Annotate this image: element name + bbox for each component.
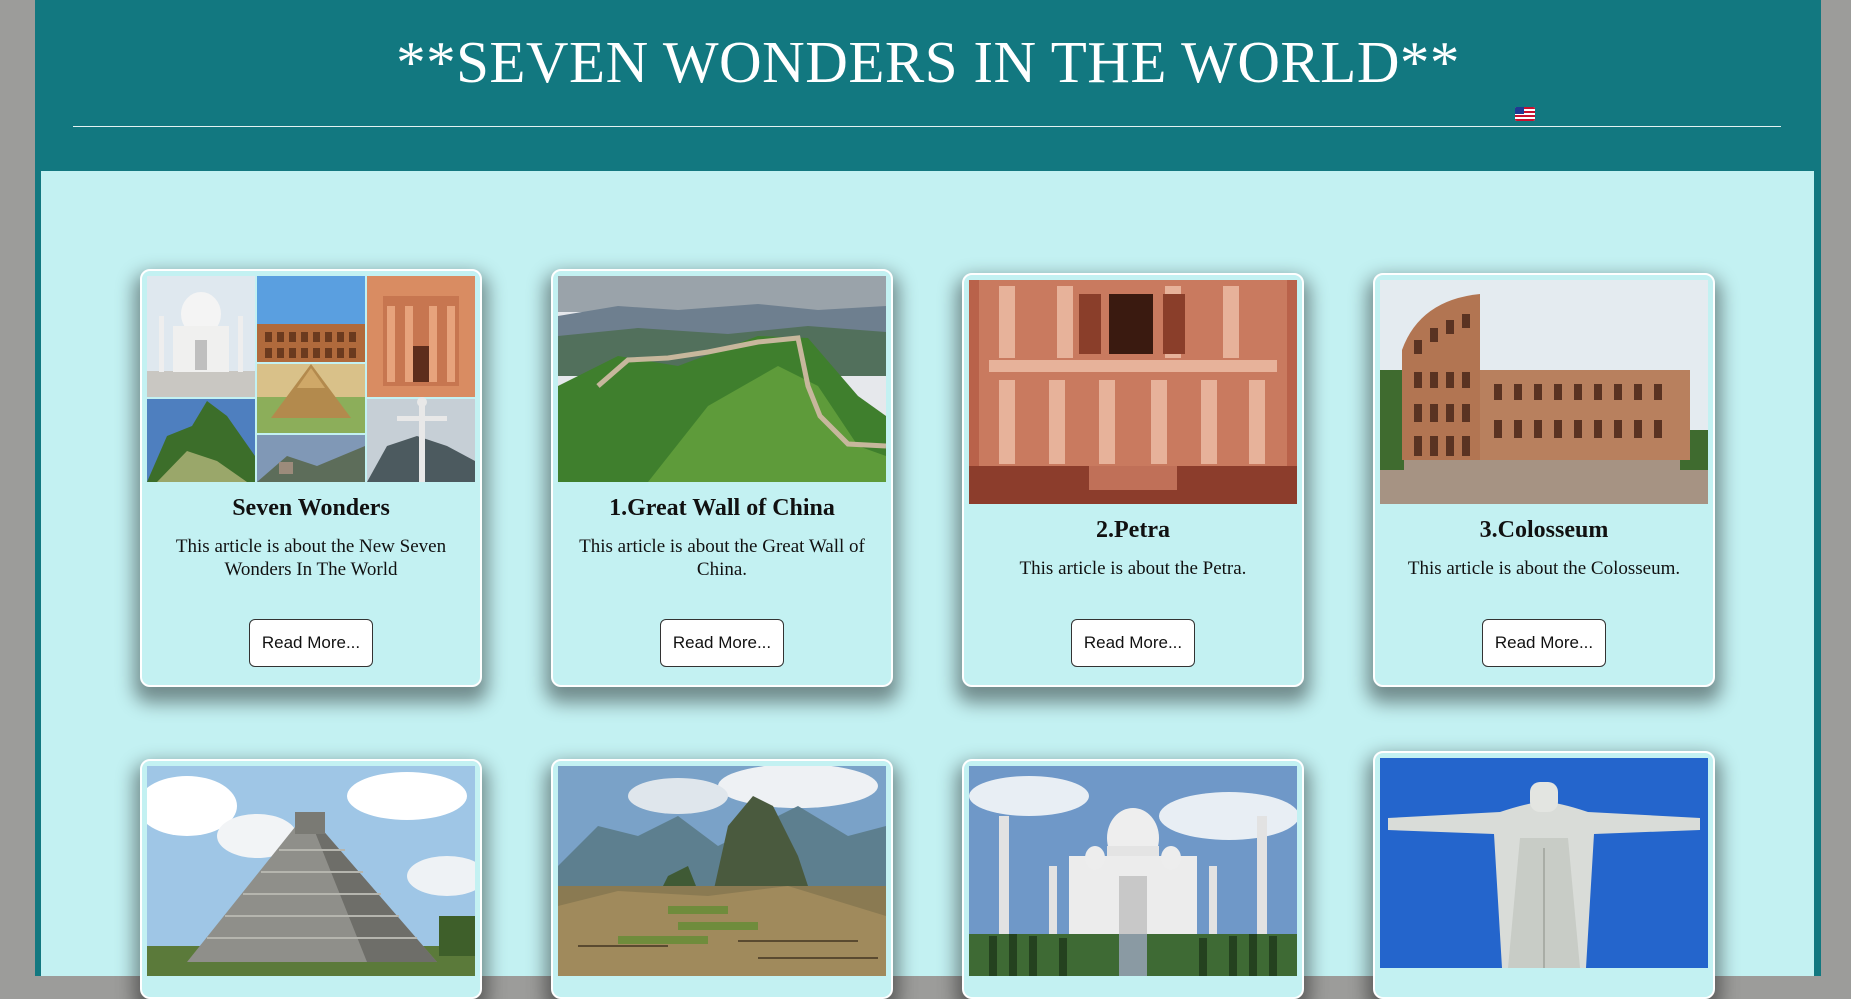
card-petra: 2.Petra This article is about the Petra.… <box>962 273 1304 687</box>
card-taj-mahal <box>962 759 1304 999</box>
great-wall-image <box>558 276 886 482</box>
card-description: This article is about the Great Wall of … <box>579 536 865 580</box>
card-colosseum: 3.Colosseum This article is about the Co… <box>1373 273 1715 687</box>
card-description: This article is about the New Seven Wond… <box>175 536 447 580</box>
card-title: Seven Wonders <box>232 495 390 521</box>
seven-wonders-collage-image <box>147 276 475 482</box>
chichen-itza-image <box>147 766 475 976</box>
card-title: 3.Colosseum <box>1479 517 1609 543</box>
christ-the-redeemer-image <box>1380 758 1708 968</box>
card-great-wall: 1.Great Wall of China This article is ab… <box>551 269 893 687</box>
read-more-button[interactable]: Read More... <box>1482 619 1606 667</box>
petra-image <box>969 280 1297 504</box>
card-chichen-itza <box>140 759 482 999</box>
machu-picchu-image <box>558 766 886 976</box>
cards-area: Seven Wonders This article is about the … <box>41 171 1814 999</box>
read-more-button[interactable]: Read More... <box>1071 619 1195 667</box>
colosseum-image <box>1380 280 1708 504</box>
page-frame: **SEVEN WONDERS IN THE WORLD** Seven Won… <box>35 0 1821 999</box>
card-title: 1.Great Wall of China <box>609 495 835 521</box>
us-flag-icon[interactable] <box>1515 107 1535 121</box>
header-divider <box>73 126 1781 127</box>
page-title: **SEVEN WONDERS IN THE WORLD** <box>396 29 1460 95</box>
card-description: This article is about the Petra. <box>1019 558 1247 579</box>
card-christ-the-redeemer <box>1373 751 1715 999</box>
card-title: 2.Petra <box>1096 517 1170 543</box>
read-more-button[interactable]: Read More... <box>660 619 784 667</box>
card-description: This article is about the Colosseum. <box>1407 558 1681 579</box>
taj-mahal-image <box>969 766 1297 976</box>
card-machu-picchu <box>551 759 893 999</box>
read-more-button[interactable]: Read More... <box>249 619 373 667</box>
card-seven-wonders: Seven Wonders This article is about the … <box>140 269 482 687</box>
